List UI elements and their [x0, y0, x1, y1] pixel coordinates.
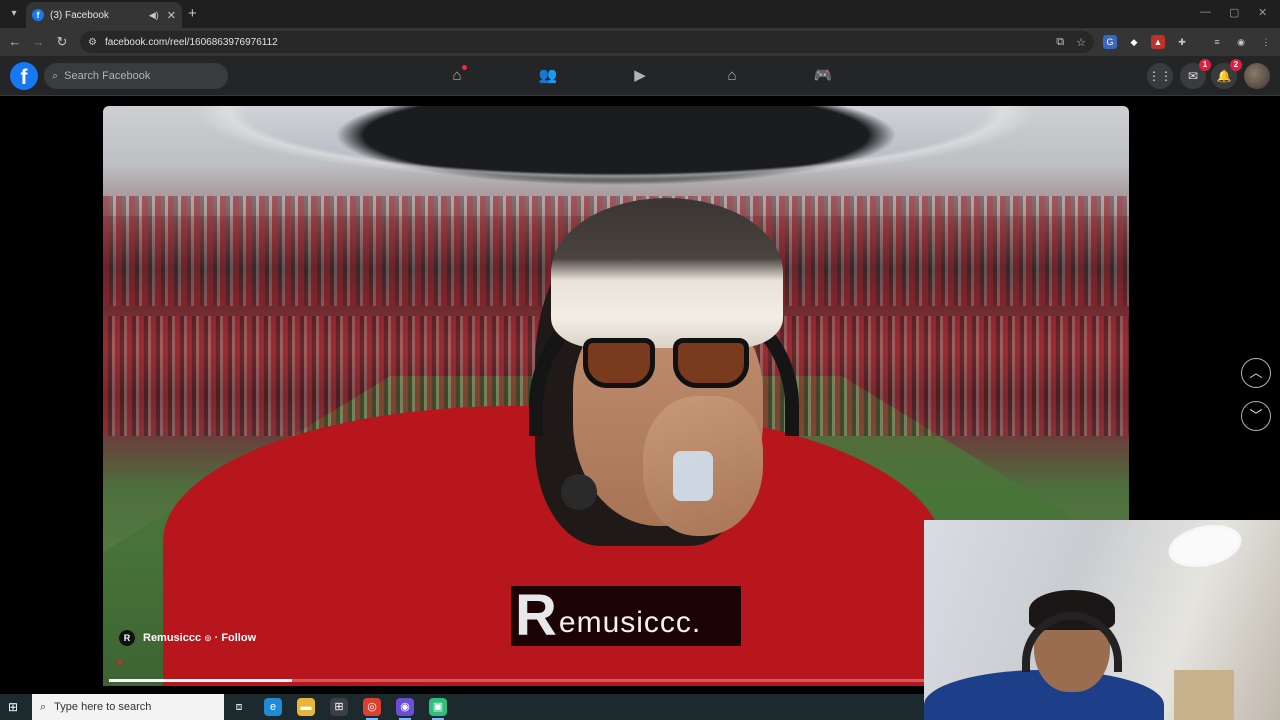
- tab-close-icon[interactable]: ✕: [167, 9, 176, 22]
- install-app-icon[interactable]: ⧉: [1056, 36, 1064, 49]
- nav-gaming-icon[interactable]: 🎮: [812, 65, 834, 87]
- new-tab-button[interactable]: +: [188, 5, 197, 22]
- sunglasses-left: [583, 338, 655, 388]
- menu-grid-icon[interactable]: ⋮⋮: [1147, 63, 1173, 89]
- tab-audio-icon[interactable]: ◀): [149, 10, 159, 21]
- reading-list-icon[interactable]: ≡: [1210, 35, 1224, 49]
- close-window-button[interactable]: ✕: [1258, 6, 1267, 19]
- messenger-button[interactable]: ✉ 1: [1180, 59, 1211, 89]
- watermark-letter: R: [515, 583, 557, 648]
- author-avatar[interactable]: R: [119, 630, 135, 646]
- windows-start-icon[interactable]: ⊞: [8, 700, 22, 714]
- browser-toolbar: ← → ↻ ⚙ facebook.com/reel/16068639769761…: [0, 28, 1280, 56]
- nav-home-icon[interactable]: ⌂: [446, 65, 468, 87]
- profile-icon[interactable]: ◉: [1234, 35, 1248, 49]
- previous-reel-button[interactable]: ︿: [1241, 358, 1271, 388]
- follow-button[interactable]: Follow: [221, 632, 256, 644]
- facebook-search-box[interactable]: ⌕: [44, 63, 228, 89]
- verified-icon: ⊚: [204, 632, 212, 643]
- home-notification-dot: [462, 65, 467, 70]
- reel-author: R Remusiccc ⊚ · Follow: [119, 630, 256, 646]
- notifications-button[interactable]: 🔔 2: [1211, 59, 1242, 89]
- file-explorer-icon[interactable]: ▬: [297, 698, 315, 716]
- address-bar[interactable]: ⚙ facebook.com/reel/1606863976976112 ⧉ ☆: [80, 31, 1094, 53]
- obs-icon[interactable]: ◉: [396, 698, 414, 720]
- forward-button[interactable]: →: [30, 34, 46, 50]
- remusiccc-watermark: R emusiccc.: [511, 586, 741, 646]
- facebook-header: f ⌕ ⌂ 👥 ▶ ⌂ 🎮 ⋮⋮ ✉ 1 🔔 2: [0, 56, 1280, 96]
- account-avatar[interactable]: [1244, 63, 1270, 89]
- nav-video-icon[interactable]: ▶: [629, 65, 651, 87]
- wooden-door: [1174, 670, 1234, 720]
- author-name[interactable]: Remusiccc: [143, 632, 201, 644]
- tab-title: (3) Facebook: [50, 9, 109, 21]
- windows-taskbar: ⊞ ⌕ ⧈ e ▬ ⊞ ◎ ◉ ▣: [0, 694, 924, 720]
- bottle: [673, 451, 713, 501]
- messenger-icon: ✉: [1187, 69, 1199, 83]
- chrome-icon[interactable]: ◎: [363, 698, 381, 720]
- extensions-puzzle-icon[interactable]: ✚: [1175, 35, 1189, 49]
- reload-button[interactable]: ↻: [54, 34, 70, 50]
- headset-mic: [561, 474, 597, 510]
- extension-diamond-icon[interactable]: ◆: [1127, 35, 1141, 49]
- facebook-favicon-icon: f: [32, 9, 44, 21]
- task-view-icon[interactable]: ⧈: [230, 698, 248, 716]
- follow-separator: ·: [214, 632, 219, 644]
- bookmark-star-icon[interactable]: ☆: [1076, 36, 1086, 49]
- ceiling-light: [1164, 520, 1246, 574]
- messenger-badge: 1: [1199, 59, 1211, 71]
- browser-tab-facebook[interactable]: f (3) Facebook ◀) ✕: [26, 2, 182, 28]
- browser-tabstrip: ▾ f (3) Facebook ◀) ✕ + — ▢ ✕: [0, 0, 1280, 28]
- microsoft-store-icon[interactable]: ⊞: [330, 698, 348, 716]
- sunglasses-right: [673, 338, 749, 388]
- taskbar-search-input[interactable]: [54, 701, 215, 713]
- translate-extension-icon[interactable]: G: [1103, 35, 1117, 49]
- facebook-logo-icon[interactable]: f: [10, 62, 38, 90]
- site-info-icon[interactable]: ⚙: [88, 37, 97, 48]
- nav-friends-icon[interactable]: 👥: [537, 65, 559, 87]
- tab-search-icon[interactable]: ▾: [6, 6, 22, 22]
- extension-red-icon[interactable]: ▲: [1151, 35, 1165, 49]
- bell-icon: 🔔: [1216, 69, 1232, 83]
- maximize-button[interactable]: ▢: [1229, 6, 1239, 19]
- video-progress-fill: [109, 679, 292, 682]
- url-text: facebook.com/reel/1606863976976112: [104, 36, 278, 48]
- back-button[interactable]: ←: [7, 34, 23, 50]
- browser-menu-icon[interactable]: ⋮: [1259, 35, 1273, 49]
- search-icon: ⌕: [52, 69, 59, 82]
- minimize-button[interactable]: —: [1200, 6, 1211, 18]
- next-reel-button[interactable]: ﹀: [1241, 401, 1271, 431]
- taskbar-search[interactable]: ⌕: [32, 694, 224, 720]
- heart-icon: ♥: [117, 658, 123, 669]
- webcam-overlay: [924, 520, 1280, 720]
- watermark-text: emusiccc.: [558, 606, 702, 639]
- notifications-badge: 2: [1230, 59, 1242, 71]
- nav-marketplace-icon[interactable]: ⌂: [721, 65, 743, 87]
- facebook-search-input[interactable]: [64, 70, 215, 82]
- taskbar-search-icon: ⌕: [40, 700, 47, 713]
- edge-icon[interactable]: e: [264, 698, 282, 716]
- beanie: [551, 198, 783, 348]
- app-green-icon[interactable]: ▣: [429, 698, 447, 720]
